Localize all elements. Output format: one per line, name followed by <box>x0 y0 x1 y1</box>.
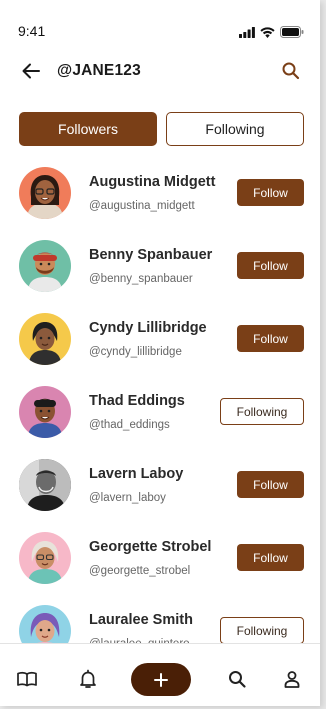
user-handle: @cyndy_lillibridge <box>89 346 182 358</box>
user-handle: @georgette_strobel <box>89 565 191 577</box>
avatar[interactable] <box>19 167 71 219</box>
user-handle: @thad_eddings <box>89 419 170 431</box>
status-time: 9:41 <box>18 23 46 39</box>
header: @JANE123 <box>0 52 320 92</box>
user-name[interactable]: Benny Spanbauer <box>89 247 212 263</box>
status-icons <box>239 26 304 38</box>
avatar[interactable] <box>19 313 71 365</box>
follow-button[interactable]: Follow <box>237 325 304 352</box>
list-item[interactable]: Benny Spanbauer @benny_spanbauer Follow <box>0 233 320 305</box>
plus-icon <box>154 672 168 687</box>
avatar-illustration <box>28 398 62 438</box>
avatar[interactable] <box>19 240 71 292</box>
battery-icon <box>280 26 304 38</box>
app-frame: 9:41 @JANE123 Followers Following August… <box>0 0 320 706</box>
avatar[interactable] <box>19 386 71 438</box>
avatar-illustration <box>29 322 61 365</box>
user-name[interactable]: Lauralee Smith <box>89 612 193 628</box>
following-button[interactable]: Following <box>220 617 304 644</box>
follow-button[interactable]: Follow <box>237 252 304 279</box>
avatar[interactable] <box>19 459 71 511</box>
avatar-photo <box>19 459 71 511</box>
user-name[interactable]: Augustina Midgett <box>89 174 215 190</box>
user-name[interactable]: Lavern Laboy <box>89 466 183 482</box>
follow-button[interactable]: Follow <box>237 179 304 206</box>
list-item[interactable]: Augustina Midgett @augustina_midgett Fol… <box>0 160 320 232</box>
list-item[interactable]: Thad Eddings @thad_eddings Following <box>0 379 320 451</box>
wifi-icon <box>260 26 275 38</box>
add-post-button[interactable] <box>131 663 191 696</box>
page-title: @JANE123 <box>57 62 141 79</box>
signal-icon <box>239 26 255 38</box>
avatar-illustration <box>28 541 62 584</box>
follow-button[interactable]: Follow <box>237 544 304 571</box>
bottom-nav <box>0 643 320 706</box>
tab-following[interactable]: Following <box>166 112 304 146</box>
avatar-illustration <box>28 252 62 292</box>
user-handle: @benny_spanbauer <box>89 273 193 285</box>
list-item[interactable]: Lavern Laboy @lavern_laboy Follow <box>0 452 320 524</box>
list-item[interactable]: Cyndy Lillibridge @cyndy_lillibridge Fol… <box>0 306 320 378</box>
back-arrow-icon[interactable] <box>20 60 42 82</box>
user-handle: @lavern_laboy <box>89 492 166 504</box>
book-icon[interactable] <box>16 668 38 690</box>
search-nav-icon[interactable] <box>226 668 248 690</box>
avatar-illustration <box>27 175 63 219</box>
user-name[interactable]: Cyndy Lillibridge <box>89 320 207 336</box>
list-item[interactable]: Georgette Strobel @georgette_strobel Fol… <box>0 525 320 597</box>
user-name[interactable]: Thad Eddings <box>89 393 185 409</box>
search-icon[interactable] <box>280 60 302 82</box>
user-handle: @augustina_midgett <box>89 200 195 212</box>
tab-followers[interactable]: Followers <box>19 112 157 146</box>
profile-icon[interactable] <box>281 668 303 690</box>
user-name[interactable]: Georgette Strobel <box>89 539 211 555</box>
bell-icon[interactable] <box>77 668 99 690</box>
avatar[interactable] <box>19 532 71 584</box>
following-button[interactable]: Following <box>220 398 304 425</box>
follow-button[interactable]: Follow <box>237 471 304 498</box>
status-bar: 9:41 <box>0 0 320 44</box>
